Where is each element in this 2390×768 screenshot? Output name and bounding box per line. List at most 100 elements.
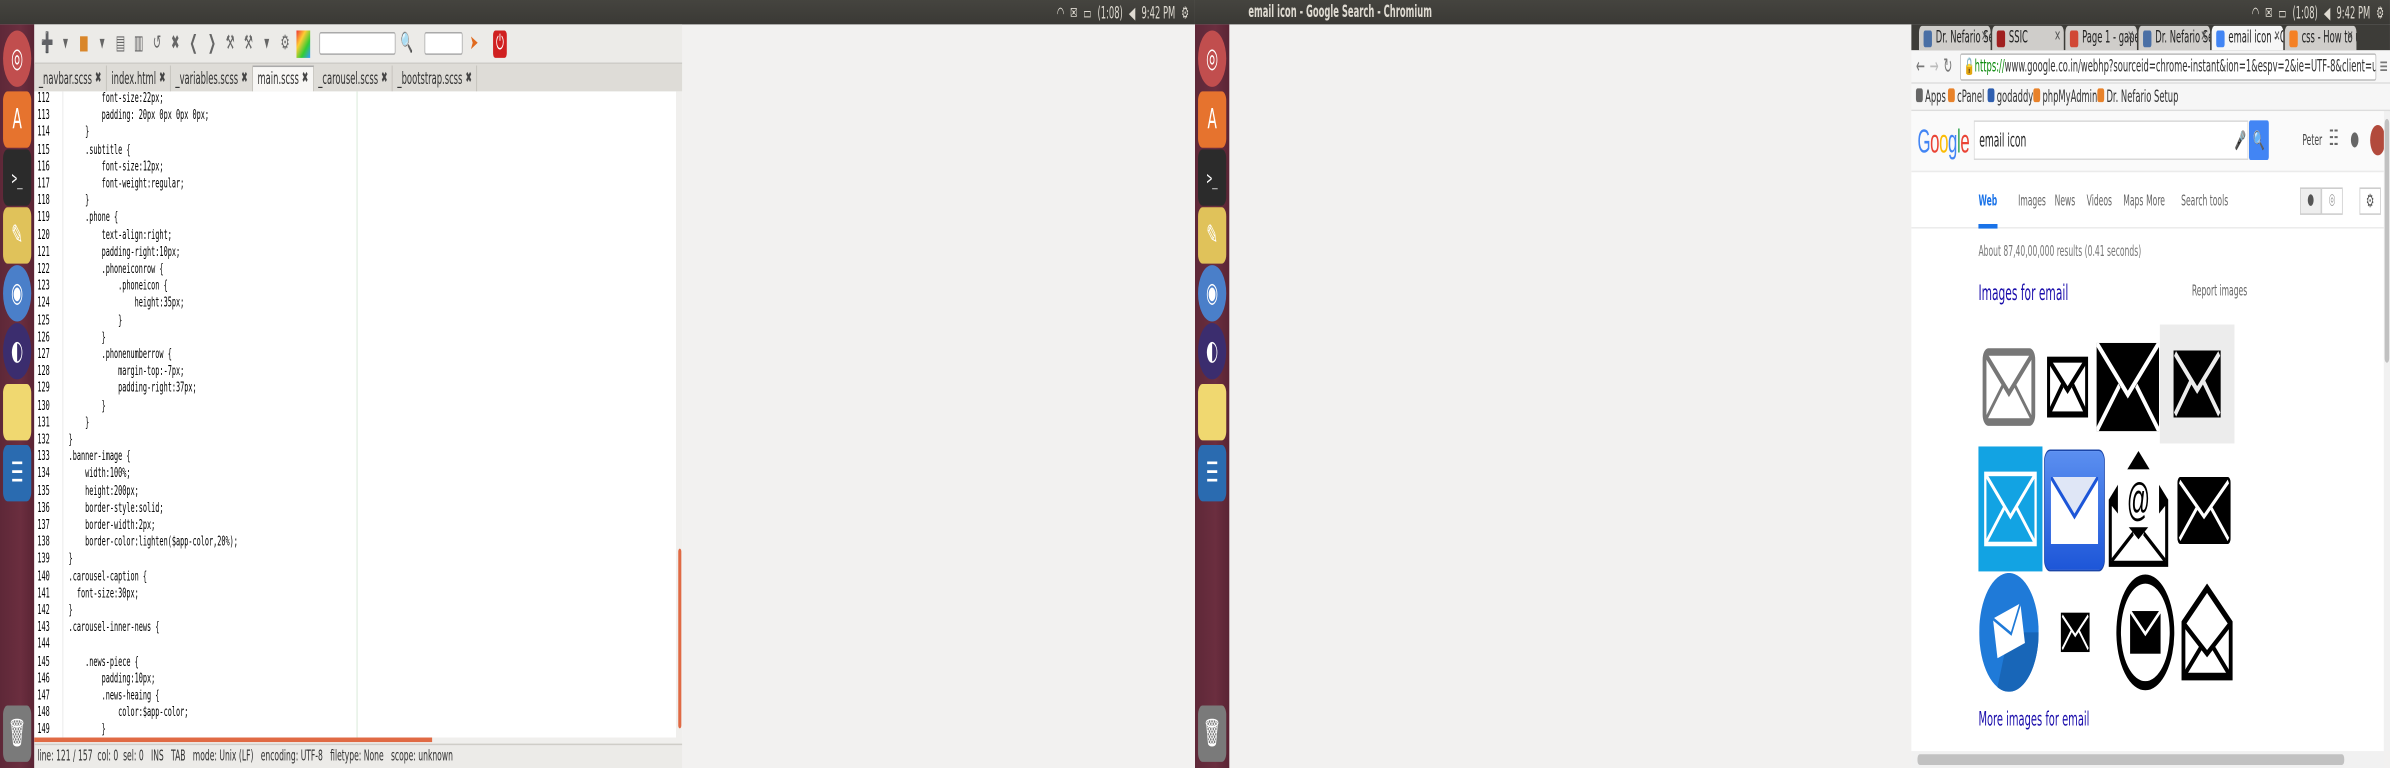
quit-icon[interactable]: ⏻: [493, 29, 507, 58]
code-line[interactable]: .phoneiconrow {: [69, 262, 164, 279]
email-image-result[interactable]: [2174, 450, 2235, 572]
browser-tab[interactable]: Dr. Nefario Se ✕: [1918, 25, 1991, 51]
chromium-icon[interactable]: ◉: [1198, 265, 1227, 322]
code-line[interactable]: height:200px;: [69, 484, 139, 501]
code-line[interactable]: text-align:right;: [69, 228, 172, 245]
sticky-notes-icon[interactable]: [1198, 383, 1227, 441]
tab-carousel-scss[interactable]: _carousel.scss ✖: [314, 65, 393, 92]
email-image-result[interactable]: [2049, 571, 2102, 693]
close-icon[interactable]: ✖: [159, 66, 165, 90]
tab-bootstrap-scss[interactable]: _bootstrap.scss ✖: [393, 65, 478, 92]
ubuntu-dash-icon[interactable]: ◎: [3, 30, 32, 87]
close-icon[interactable]: ✕: [1981, 26, 1987, 50]
email-image-result[interactable]: [2159, 324, 2235, 444]
code-line[interactable]: .phone {: [69, 211, 118, 228]
save-icon[interactable]: ▤: [114, 30, 128, 57]
scroll-thumb[interactable]: [34, 737, 433, 743]
mail-icon[interactable]: ✉: [1070, 2, 1077, 22]
code-line[interactable]: padding-right:37px;: [69, 382, 197, 399]
code-line[interactable]: .phoneicon {: [69, 279, 168, 296]
code-line[interactable]: .news-piece {: [69, 655, 139, 672]
search-tab-images[interactable]: Images: [2018, 194, 2046, 211]
email-image-result[interactable]: [2096, 328, 2160, 447]
dropdown-arrow-icon[interactable]: ▾: [260, 30, 274, 57]
scroll-thumb[interactable]: [678, 548, 682, 729]
bookmark-item[interactable]: Apps: [1915, 84, 1946, 110]
scroll-thumb[interactable]: [2384, 118, 2390, 363]
email-image-result[interactable]: [1978, 571, 2039, 693]
search-tab-news[interactable]: News: [2055, 194, 2076, 211]
search-icon[interactable]: 🔍: [400, 30, 414, 57]
open-folder-icon[interactable]: ■: [77, 30, 91, 57]
wifi-icon[interactable]: ◠: [1057, 2, 1064, 22]
gedit-icon[interactable]: ✎: [1198, 207, 1227, 264]
code-line[interactable]: }: [69, 194, 89, 211]
code-line[interactable]: border-style:solid;: [69, 501, 163, 518]
code-line[interactable]: .subtitle {: [69, 143, 130, 160]
settings-gear-icon[interactable]: ⚙: [1181, 2, 1189, 22]
back-arrow-icon[interactable]: ❮: [187, 30, 201, 57]
clock[interactable]: 9:42 PM: [1141, 2, 1175, 22]
code-line[interactable]: .banner-image {: [69, 450, 131, 467]
wifi-icon[interactable]: ◠: [2252, 2, 2259, 22]
sticky-notes-icon[interactable]: [3, 383, 32, 441]
ubuntu-dash-icon[interactable]: ◎: [1198, 30, 1227, 87]
volume-icon[interactable]: ◀: [2324, 2, 2330, 22]
software-center-icon[interactable]: A: [3, 91, 32, 148]
tab-main-scss[interactable]: main.scss ✖: [252, 65, 314, 92]
address-bar[interactable]: 🔒 https://www.google.co.in/webhp?sourcei…: [1960, 53, 2377, 81]
forward-arrow-icon[interactable]: →: [1930, 55, 1939, 79]
back-arrow-icon[interactable]: ←: [1916, 55, 1925, 79]
software-center-icon[interactable]: A: [1198, 91, 1227, 148]
microphone-icon[interactable]: 🎤: [2235, 130, 2246, 151]
images-section-title[interactable]: Images for email: [1978, 282, 2068, 306]
code-line[interactable]: }: [69, 313, 122, 330]
browser-tab[interactable]: SSIC ✕: [1992, 25, 2064, 51]
gedit-icon[interactable]: ✎: [3, 207, 32, 264]
report-images-link[interactable]: Report images: [2192, 283, 2247, 300]
code-line[interactable]: .news-heaing {: [69, 689, 160, 706]
code-line[interactable]: font-size:12px;: [69, 160, 164, 177]
browser-tab[interactable]: Page 1 - gaped✕: [2065, 25, 2137, 51]
code-line[interactable]: width:100%;: [69, 467, 130, 484]
close-icon[interactable]: ✕: [2128, 26, 2134, 50]
compile-icon[interactable]: ⚒: [223, 30, 237, 57]
search-tab-web[interactable]: Web: [1978, 194, 1998, 229]
trash-icon[interactable]: 🗑: [3, 705, 32, 762]
close-icon[interactable]: ✕: [2274, 26, 2280, 50]
trash-icon[interactable]: 🗑: [1198, 705, 1227, 762]
code-line[interactable]: .phonenumberrow {: [69, 347, 172, 364]
email-image-result[interactable]: [1978, 328, 2039, 447]
search-tab-more[interactable]: More: [2146, 194, 2165, 211]
chromium-icon[interactable]: ◉: [3, 265, 32, 322]
email-image-result[interactable]: [2114, 571, 2176, 693]
build-icon[interactable]: ⚒: [242, 30, 256, 57]
email-image-result[interactable]: [2180, 571, 2235, 693]
terminal-icon[interactable]: >_: [3, 149, 32, 206]
close-icon[interactable]: ✖: [95, 66, 101, 90]
mail-icon[interactable]: ✉: [2265, 2, 2272, 22]
libreoffice-writer-icon[interactable]: ☰: [3, 444, 32, 502]
search-tab-maps[interactable]: Maps: [2123, 194, 2143, 211]
clock[interactable]: 9:42 PM: [2336, 2, 2370, 22]
settings-gear-icon[interactable]: ⚙: [2376, 2, 2384, 22]
bookmark-item[interactable]: phpMyAdmin: [2033, 84, 2097, 110]
jump-to-line-icon[interactable]: ➤: [467, 30, 481, 57]
close-file-icon[interactable]: ✖: [168, 30, 182, 57]
email-image-result[interactable]: [1978, 446, 2043, 572]
browser-tab[interactable]: css - How to u ✕: [2284, 25, 2357, 51]
code-line[interactable]: .carousel-caption {: [69, 569, 147, 586]
code-line[interactable]: padding: 20px 0px 0px 0px;: [69, 108, 209, 125]
browser-tab[interactable]: Dr. Nefario Se ✕: [2138, 25, 2211, 51]
globe-icon[interactable]: ◎: [2321, 187, 2343, 215]
battery-icon[interactable]: ▭: [2278, 2, 2286, 22]
horizontal-scrollbar[interactable]: [1911, 751, 2384, 768]
goto-line-field[interactable]: [424, 31, 463, 55]
bookmark-item[interactable]: godaddy: [1987, 84, 2033, 110]
code-line[interactable]: border-width:2px;: [69, 518, 155, 535]
code-line[interactable]: font-size:30px;: [69, 586, 139, 603]
bookmark-item[interactable]: cPanel: [1947, 84, 1984, 110]
search-field[interactable]: [319, 31, 396, 55]
terminal-icon[interactable]: >_: [1198, 149, 1227, 206]
code-line[interactable]: margin-top:-7px;: [69, 364, 184, 381]
